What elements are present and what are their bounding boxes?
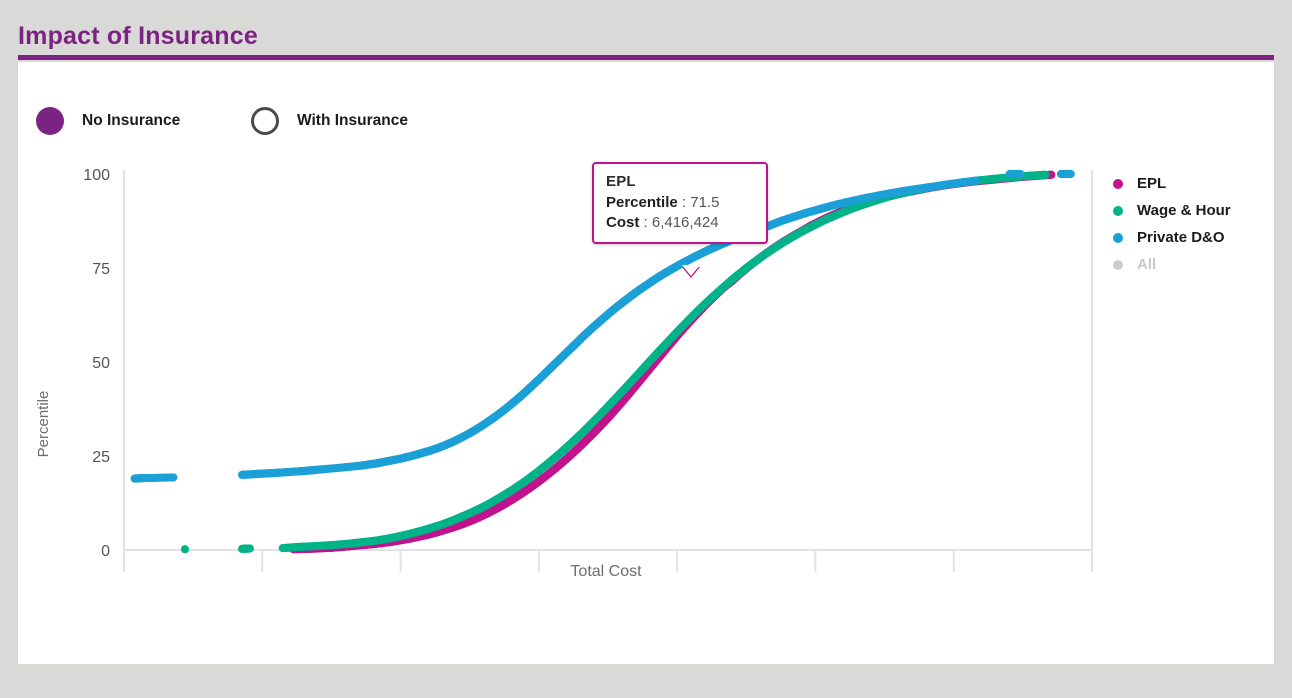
legend-item-epl[interactable]: EPL [1113, 170, 1273, 197]
tooltip-cost-row: Cost : 6,416,424 [606, 214, 754, 231]
legend-item-label: All [1137, 256, 1157, 273]
page-title: Impact of Insurance [18, 22, 258, 50]
legend-swatch-icon [1113, 205, 1123, 216]
legend-item-label: EPL [1137, 175, 1167, 192]
legend-item-label: Private D&O [1137, 229, 1225, 246]
y-tick-label: 25 [92, 449, 110, 466]
y-tick-label: 50 [92, 355, 110, 372]
tooltip-pointer-icon [682, 265, 700, 276]
series-legend: EPL Wage & Hour Private D&O All [1113, 170, 1273, 278]
legend-item-wage-and-hour[interactable]: Wage & Hour [1113, 197, 1273, 224]
legend-swatch-icon [1113, 259, 1123, 270]
page-header: Impact of Insurance [0, 0, 1292, 62]
x-axis-label: Total Cost [570, 563, 642, 580]
tooltip-series-name: EPL [606, 173, 636, 190]
y-tick-label: 100 [83, 167, 110, 184]
tooltip-sep-1: : [681, 194, 687, 211]
page-root: Impact of Insurance No Insurance With In… [0, 0, 1292, 698]
legend-item-label: Wage & Hour [1137, 202, 1231, 219]
scatter-plot[interactable]: 0 25 50 75 100 Percentile Total Cost [18, 62, 1274, 664]
tooltip-cost-value: 6,416,424 [651, 214, 719, 231]
tooltip-cost-label: Cost [606, 214, 640, 231]
tooltip-percentile-value: 71.5 [690, 194, 720, 211]
legend-item-all[interactable]: All [1113, 251, 1273, 278]
legend-item-private-do[interactable]: Private D&O [1113, 224, 1273, 251]
tooltip-sep-2: : [643, 214, 648, 231]
y-tick-label: 0 [101, 543, 110, 560]
title-underline-rule [18, 55, 1274, 60]
tooltip-percentile-row: Percentile : 71.5 [606, 194, 754, 211]
y-axis-label: Percentile [35, 391, 52, 458]
chart-card: No Insurance With Insurance 0 25 50 75 100 P… [18, 62, 1274, 664]
legend-swatch-icon [1113, 178, 1123, 189]
y-tick-label: 75 [92, 261, 110, 278]
legend-swatch-icon [1113, 232, 1123, 243]
chart-tooltip: EPL Percentile : 71.5 Cost : 6,416,424 [592, 162, 768, 276]
y-tick-label-layer: 0 25 50 75 100 [83, 167, 110, 560]
tooltip-percentile-label: Percentile [606, 194, 678, 211]
plot-svg: 0 25 50 75 100 Percentile Total Cost [35, 167, 1093, 580]
